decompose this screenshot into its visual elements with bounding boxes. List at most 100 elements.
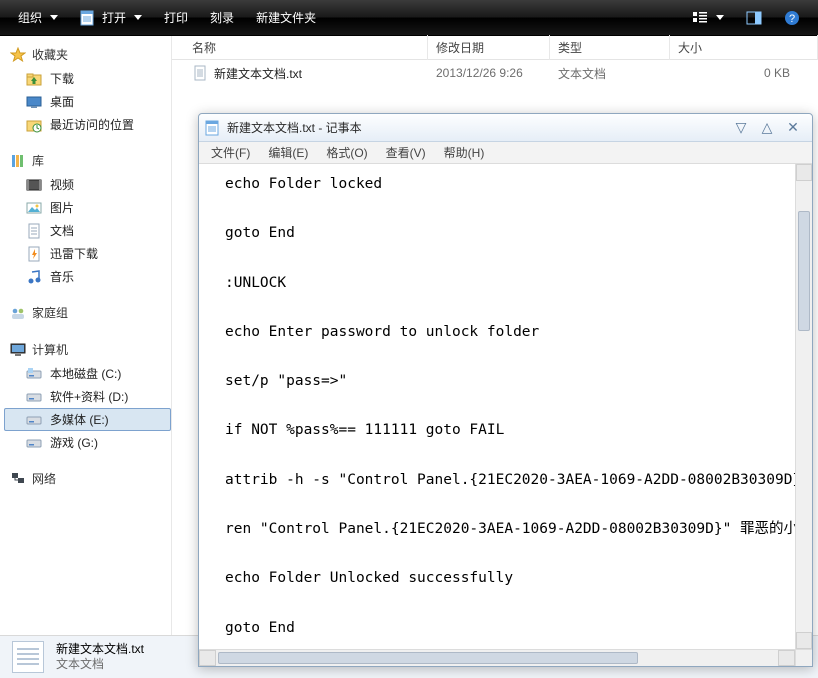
music-icon (26, 269, 42, 285)
menu-help-label: 帮助(H) (444, 146, 485, 160)
sidebar-item-desktop[interactable]: 桌面 (4, 90, 171, 113)
new-folder-button[interactable]: 新建文件夹 (246, 5, 326, 30)
maximize-button[interactable]: △ (754, 119, 780, 136)
chevron-down-icon (134, 15, 142, 20)
computer-icon (10, 342, 26, 358)
notepad-body: echo Folder locked goto End :UNLOCK echo… (199, 164, 812, 649)
sidebar-item-label: 游戏 (G:) (50, 434, 98, 451)
open-button[interactable]: 打开 (70, 5, 152, 30)
sidebar-item-label: 视频 (50, 176, 74, 193)
help-button[interactable]: ? (774, 6, 810, 30)
sidebar-item-videos[interactable]: 视频 (4, 173, 171, 196)
menu-view[interactable]: 查看(V) (378, 142, 434, 163)
print-button[interactable]: 打印 (154, 5, 198, 30)
sidebar-item-drive-c[interactable]: 本地磁盘 (C:) (4, 362, 171, 385)
sidebar-item-label: 多媒体 (E:) (50, 411, 109, 428)
horizontal-scrollbar[interactable] (199, 649, 812, 666)
notepad-textarea[interactable]: echo Folder locked goto End :UNLOCK echo… (199, 164, 795, 649)
scroll-track[interactable] (796, 181, 812, 632)
chevron-down-icon (50, 15, 58, 20)
columns-header: 名称 修改日期 类型 大小 (172, 36, 818, 60)
homegroup-label: 家庭组 (32, 304, 68, 321)
column-date[interactable]: 修改日期 (428, 35, 550, 60)
sidebar-item-label: 迅雷下载 (50, 245, 98, 262)
menu-help[interactable]: 帮助(H) (436, 142, 493, 163)
preview-pane-button[interactable] (736, 6, 772, 30)
favorites-label: 收藏夹 (32, 46, 68, 63)
desktop-icon (26, 94, 42, 110)
sidebar-item-thunder[interactable]: 迅雷下载 (4, 242, 171, 265)
computer-group[interactable]: 计算机 (4, 337, 171, 362)
drive-icon (26, 366, 42, 382)
menu-view-label: 查看(V) (386, 146, 426, 160)
minimize-button[interactable]: ▽ (728, 119, 754, 136)
menu-edit[interactable]: 编辑(E) (260, 142, 316, 163)
chevron-down-icon (716, 15, 724, 20)
sidebar-item-downloads[interactable]: 下载 (4, 67, 171, 90)
organize-button[interactable]: 组织 (8, 5, 68, 30)
new-folder-label: 新建文件夹 (256, 9, 316, 26)
burn-button[interactable]: 刻录 (200, 5, 244, 30)
favorites-group[interactable]: 收藏夹 (4, 42, 171, 67)
notepad-app-icon (205, 120, 221, 136)
libraries-icon (10, 153, 26, 169)
column-type-label: 类型 (558, 41, 582, 55)
menu-file[interactable]: 文件(F) (203, 142, 258, 163)
print-label: 打印 (164, 9, 188, 26)
star-icon (10, 47, 26, 63)
sidebar-item-label: 最近访问的位置 (50, 116, 134, 133)
preview-pane-icon (746, 10, 762, 26)
homegroup-icon (10, 305, 26, 321)
drive-icon (26, 389, 42, 405)
sidebar-item-drive-g[interactable]: 游戏 (G:) (4, 431, 171, 454)
file-type: 文本文档 (550, 65, 670, 82)
computer-label: 计算机 (32, 341, 68, 358)
scrollbar-corner (795, 650, 812, 666)
hscroll-track[interactable] (216, 650, 778, 666)
file-row[interactable]: 新建文本文档.txt 2013/12/26 9:26 文本文档 0 KB (172, 60, 818, 86)
file-size: 0 KB (670, 66, 818, 80)
sidebar-item-label: 桌面 (50, 93, 74, 110)
notepad-titlebar[interactable]: 新建文本文档.txt - 记事本 ▽ △ ✕ (199, 114, 812, 142)
libraries-group[interactable]: 库 (4, 148, 171, 173)
sidebar-item-recent[interactable]: 最近访问的位置 (4, 113, 171, 136)
sidebar-item-pictures[interactable]: 图片 (4, 196, 171, 219)
scroll-right-arrow-icon[interactable] (778, 650, 795, 666)
scroll-down-arrow-icon[interactable] (796, 632, 812, 649)
sidebar-item-documents[interactable]: 文档 (4, 219, 171, 242)
sidebar-item-drive-e[interactable]: 多媒体 (E:) (4, 408, 171, 431)
file-name-cell: 新建文本文档.txt (184, 65, 428, 82)
scroll-left-arrow-icon[interactable] (199, 650, 216, 666)
file-name: 新建文本文档.txt (214, 65, 302, 82)
column-name[interactable]: 名称 (184, 35, 428, 60)
homegroup-item[interactable]: 家庭组 (4, 300, 171, 325)
column-size[interactable]: 大小 (670, 35, 818, 60)
open-label: 打开 (102, 9, 126, 26)
column-type[interactable]: 类型 (550, 35, 670, 60)
network-item[interactable]: 网络 (4, 466, 171, 491)
picture-icon (26, 200, 42, 216)
drive-icon (26, 435, 42, 451)
folder-icon (26, 71, 42, 87)
view-options-button[interactable] (682, 6, 734, 30)
file-thumbnail-icon (12, 641, 44, 673)
menu-format[interactable]: 格式(O) (318, 142, 375, 163)
network-icon (10, 471, 26, 487)
details-type: 文本文档 (56, 657, 144, 672)
navigation-pane: 收藏夹 下载 桌面 最近访问的位置 库 视频 图片 文档 迅雷下载 音乐 家庭组… (0, 36, 172, 635)
scroll-thumb[interactable] (798, 211, 810, 331)
details-name: 新建文本文档.txt (56, 642, 144, 657)
hscroll-thumb[interactable] (218, 652, 638, 664)
drive-icon (26, 412, 42, 428)
details-text: 新建文本文档.txt 文本文档 (56, 642, 144, 672)
notepad-icon (80, 10, 96, 26)
network-label: 网络 (32, 470, 56, 487)
video-icon (26, 177, 42, 193)
vertical-scrollbar[interactable] (795, 164, 812, 649)
sidebar-item-music[interactable]: 音乐 (4, 265, 171, 288)
scroll-up-arrow-icon[interactable] (796, 164, 812, 181)
libraries-label: 库 (32, 152, 44, 169)
explorer-toolbar: 组织 打开 打印 刻录 新建文件夹 ? (0, 0, 818, 36)
close-button[interactable]: ✕ (780, 119, 806, 136)
sidebar-item-drive-d[interactable]: 软件+资料 (D:) (4, 385, 171, 408)
